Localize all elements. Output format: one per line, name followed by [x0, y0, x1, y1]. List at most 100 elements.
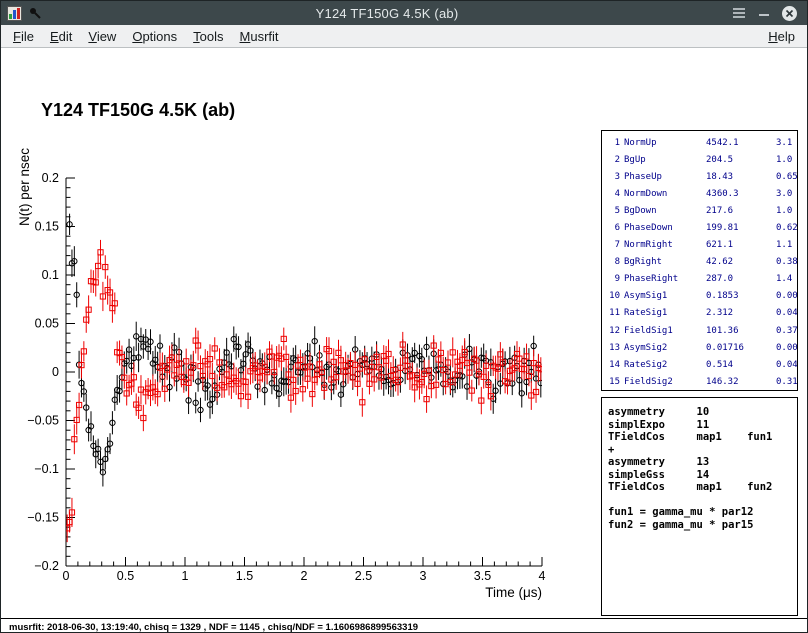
param-value: 18.43 — [706, 172, 772, 182]
svg-text:0.2: 0.2 — [42, 171, 59, 185]
param-value: 4542.1 — [706, 138, 772, 148]
param-name: NormUp — [624, 138, 702, 148]
param-no: 4 — [605, 189, 620, 199]
param-row: 7 NormRight 621.1 1.1 — [605, 237, 797, 254]
param-value: 204.5 — [706, 155, 772, 165]
param-error: 1.4 — [776, 274, 797, 284]
axes — [66, 178, 542, 566]
menu-item-view[interactable]: View — [80, 26, 124, 47]
app-icon — [7, 6, 22, 21]
param-no: 14 — [605, 360, 620, 370]
param-no: 5 — [605, 206, 620, 216]
param-error: 0.00098 — [776, 343, 798, 353]
param-value: 0.01716 — [706, 343, 772, 353]
param-row: 11 RateSig1 2.312 0.043 — [605, 305, 797, 322]
menu-item-help[interactable]: Help — [760, 26, 803, 47]
param-row: 3PhaseUp18.430.65 — [605, 168, 797, 185]
menu-icon[interactable] — [732, 7, 746, 19]
param-error: 1.1 — [776, 240, 797, 250]
param-row: 13 AsymSig2 0.01716 0.00098 — [605, 339, 797, 356]
svg-text:2: 2 — [301, 569, 308, 583]
param-value: 621.1 — [706, 240, 772, 250]
svg-text:1: 1 — [182, 569, 189, 583]
param-error: 0.045 — [776, 360, 798, 370]
svg-text:2.5: 2.5 — [355, 569, 372, 583]
param-name: AsymSig2 — [624, 343, 702, 353]
svg-text:3: 3 — [420, 569, 427, 583]
menu-item-tools[interactable]: Tools — [185, 26, 231, 47]
menu-item-edit[interactable]: Edit — [42, 26, 80, 47]
param-row: 12FieldSig1101.360.37 — [605, 322, 797, 339]
svg-text:1.5: 1.5 — [236, 569, 253, 583]
theory-text: asymmetry 10 simplExpo 11 TFieldCos map1… — [608, 406, 797, 531]
window-title: Y124 TF150G 4.5K (ab) — [42, 6, 732, 21]
menubar-right: Help — [760, 26, 803, 47]
svg-text:4: 4 — [539, 569, 546, 583]
param-value: 217.6 — [706, 206, 772, 216]
menu-item-options[interactable]: Options — [124, 26, 185, 47]
musrview-window: Y124 TF150G 4.5K (ab) FileEditViewOption… — [0, 0, 808, 633]
minimize-icon[interactable] — [758, 7, 770, 19]
param-row: 15FieldSig2146.320.31 — [605, 373, 797, 390]
svg-text:0.15: 0.15 — [35, 220, 59, 234]
param-no: 15 — [605, 377, 620, 387]
menubar-items: FileEditViewOptionsToolsMusrfit — [5, 26, 287, 47]
param-name: NormDown — [624, 189, 702, 199]
close-icon[interactable] — [782, 6, 797, 21]
series-h3-points — [64, 144, 543, 487]
param-no: 7 — [605, 240, 620, 250]
param-no: 9 — [605, 274, 620, 284]
param-error: 3.1 — [776, 138, 797, 148]
param-value: 101.36 — [706, 326, 772, 336]
separator-line — [1, 618, 807, 619]
svg-text:N(t) per nsec: N(t) per nsec — [17, 148, 32, 226]
param-name: PhaseRight — [624, 274, 702, 284]
param-error: 0.37 — [776, 326, 798, 336]
param-error: 0.62 — [776, 223, 798, 233]
svg-text:0.1: 0.1 — [42, 268, 59, 282]
param-no: 2 — [605, 155, 620, 165]
param-row: 14RateSig20.5140.045 — [605, 356, 797, 373]
param-error: 3.0 — [776, 189, 797, 199]
param-row: 2BgUp204.51.0 — [605, 151, 797, 168]
menu-item-musrfit[interactable]: Musrfit — [232, 26, 287, 47]
param-name: RateSig1 — [624, 308, 702, 318]
param-name: PhaseUp — [624, 172, 702, 182]
param-name: FieldSig2 — [624, 377, 702, 387]
svg-text:Time (μs): Time (μs) — [485, 585, 542, 600]
param-error: 1.0 — [776, 206, 797, 216]
pin-icon[interactable] — [28, 6, 42, 20]
param-no: 11 — [605, 308, 620, 318]
svg-text:3.5: 3.5 — [474, 569, 491, 583]
param-no: 8 — [605, 257, 620, 267]
param-name: BgDown — [624, 206, 702, 216]
param-no: 13 — [605, 343, 620, 353]
param-name: PhaseDown — [624, 223, 702, 233]
param-value: 0.1853 — [706, 291, 772, 301]
param-error: 0.043 — [776, 308, 798, 318]
plot-canvas[interactable]: 00.511.522.533.54−0.2−0.15−0.1−0.0500.05… — [1, 95, 601, 633]
param-name: NormRight — [624, 240, 702, 250]
param-error: 0.0028 — [776, 291, 798, 301]
param-value: 199.81 — [706, 223, 772, 233]
param-row: 4 NormDown 4360.3 3.0 — [605, 185, 797, 202]
svg-text:−0.1: −0.1 — [34, 462, 59, 476]
param-no: 1 — [605, 138, 620, 148]
titlebar: Y124 TF150G 4.5K (ab) — [1, 1, 807, 25]
param-no: 10 — [605, 291, 620, 301]
param-row: 5 BgDown 217.6 1.0 — [605, 202, 797, 219]
canvas-area: Y124 TF150G 4.5K (ab) 00.511.522.533.54−… — [1, 48, 807, 632]
param-name: AsymSig1 — [624, 291, 702, 301]
fit-status-line: musrfit: 2018-06-30, 13:19:40, chisq = 1… — [9, 622, 418, 633]
param-no: 12 — [605, 326, 620, 336]
param-value: 2.312 — [706, 308, 772, 318]
param-value: 287.0 — [706, 274, 772, 284]
menu-item-file[interactable]: File — [5, 26, 42, 47]
param-name: BgRight — [624, 257, 702, 267]
param-error: 0.38 — [776, 257, 798, 267]
menubar: FileEditViewOptionsToolsMusrfit Help — [1, 25, 807, 48]
param-row: 9 PhaseRight 287.0 1.4 — [605, 271, 797, 288]
svg-text:0: 0 — [52, 365, 59, 379]
param-no: 6 — [605, 223, 620, 233]
param-value: 4360.3 — [706, 189, 772, 199]
